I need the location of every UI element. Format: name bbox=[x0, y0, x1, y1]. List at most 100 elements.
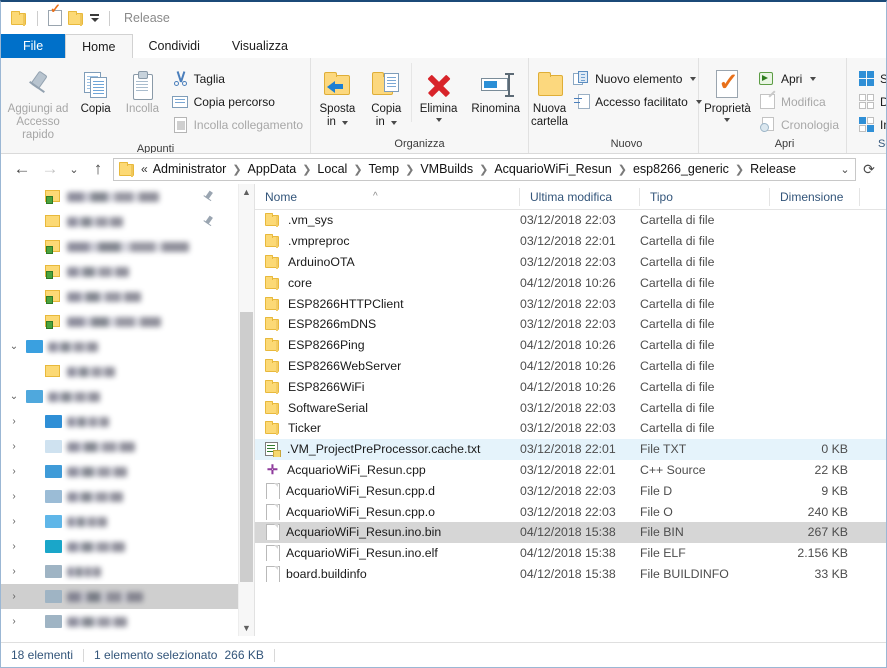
refresh-icon[interactable]: ⟳ bbox=[858, 161, 880, 178]
file-name-cell[interactable]: ESP8266HTTPClient bbox=[255, 296, 520, 311]
tab-file[interactable]: File bbox=[1, 34, 66, 58]
file-name-cell[interactable]: ESP8266mDNS bbox=[255, 317, 520, 332]
table-row[interactable]: ESP8266WebServer 04/12/2018 10:26 Cartella… bbox=[255, 356, 886, 377]
file-name-cell[interactable]: ArduinoOTA bbox=[255, 254, 520, 269]
sidebar-item[interactable] bbox=[1, 234, 238, 259]
table-row[interactable]: ESP8266HTTPClient 03/12/2018 22:03 Cartell… bbox=[255, 293, 886, 314]
chevron-right-icon[interactable]: › bbox=[7, 466, 21, 477]
file-name-cell[interactable]: ESP8266Ping bbox=[255, 338, 520, 353]
sidebar-item[interactable] bbox=[1, 209, 238, 234]
table-row[interactable]: ✛ AcquarioWiFi_Resun.cpp 03/12/2018 22:01 C… bbox=[255, 460, 886, 481]
new-item-button[interactable]: Nuovo elemento bbox=[568, 68, 707, 89]
easy-access-button[interactable]: Accesso facilitato bbox=[568, 91, 707, 112]
chevron-down-icon[interactable]: ⌄ bbox=[7, 391, 21, 402]
invert-selection-button[interactable]: Inver bbox=[853, 114, 886, 135]
chevron-right-icon[interactable]: › bbox=[7, 416, 21, 427]
paste-shortcut-button[interactable]: Incolla collegamento bbox=[167, 114, 308, 135]
forward-arrow-icon[interactable]: → bbox=[37, 157, 63, 181]
breadcrumb-item-esp8266-generic[interactable]: esp8266_generic bbox=[630, 162, 732, 176]
table-row[interactable]: ESP8266Ping 04/12/2018 10:26 Cartella di f… bbox=[255, 335, 886, 356]
table-row[interactable]: AcquarioWiFi_Resun.cpp.d 03/12/2018 22:03… bbox=[255, 480, 886, 501]
copy-to-button[interactable]: Copia in bbox=[362, 63, 411, 129]
breadcrumb-overflow[interactable]: « bbox=[137, 162, 150, 176]
cut-button[interactable]: Taglia bbox=[167, 68, 308, 89]
chevron-right-icon[interactable]: › bbox=[7, 616, 21, 627]
select-none-button[interactable]: Dese bbox=[853, 91, 886, 112]
up-arrow-icon[interactable]: ↑ bbox=[85, 157, 111, 181]
sidebar-item[interactable]: ⌄ bbox=[1, 334, 238, 359]
properties-icon[interactable] bbox=[48, 10, 62, 26]
chevron-right-icon[interactable]: › bbox=[7, 591, 21, 602]
breadcrumb-item-appdata[interactable]: AppData bbox=[245, 162, 300, 176]
table-row[interactable]: SoftwareSerial 03/12/2018 22:03 Cartella d… bbox=[255, 397, 886, 418]
sidebar-item[interactable] bbox=[1, 259, 238, 284]
history-button[interactable]: Cronologia bbox=[754, 114, 844, 135]
pin-icon[interactable] bbox=[204, 215, 216, 228]
navigation-scrollbar[interactable]: ▲ ▼ bbox=[238, 184, 254, 636]
copy-path-button[interactable]: Copia percorso bbox=[167, 91, 308, 112]
new-folder-icon[interactable] bbox=[68, 11, 84, 26]
table-row[interactable]: AcquarioWiFi_Resun.ino.bin 04/12/2018 15:… bbox=[255, 521, 886, 543]
rename-button[interactable]: Rinomina bbox=[465, 63, 526, 116]
file-name-cell[interactable]: core bbox=[255, 275, 520, 290]
breadcrumb-item-administrator[interactable]: Administrator bbox=[150, 162, 230, 176]
sidebar-item[interactable]: › bbox=[1, 534, 238, 559]
file-name-cell[interactable]: .VM_ProjectPreProcessor.cache.txt bbox=[255, 441, 520, 457]
edit-button[interactable]: Modifica bbox=[754, 91, 844, 112]
pin-to-quick-access-button[interactable]: Aggiungi ad Accesso rapido bbox=[3, 63, 73, 142]
sidebar-item[interactable] bbox=[1, 184, 238, 209]
chevron-right-icon[interactable]: › bbox=[7, 441, 21, 452]
sidebar-item[interactable] bbox=[1, 309, 238, 334]
breadcrumb-item-release[interactable]: Release bbox=[747, 162, 799, 176]
sidebar-item[interactable]: › bbox=[1, 434, 238, 459]
chevron-right-icon[interactable]: › bbox=[7, 491, 21, 502]
column-header-type[interactable]: Tipo bbox=[640, 187, 770, 206]
copy-button[interactable]: Copia bbox=[73, 63, 118, 116]
sidebar-item[interactable]: › bbox=[1, 609, 238, 634]
column-header-name[interactable]: Nome ^ bbox=[255, 187, 520, 206]
paste-button[interactable]: Incolla bbox=[118, 63, 166, 116]
table-row[interactable]: ESP8266mDNS 03/12/2018 22:03 Cartella di f… bbox=[255, 314, 886, 335]
scrollbar-thumb[interactable] bbox=[240, 312, 253, 582]
file-name-cell[interactable]: ✛ AcquarioWiFi_Resun.cpp bbox=[255, 462, 520, 477]
sidebar-item[interactable]: › bbox=[1, 484, 238, 509]
sidebar-item[interactable]: › bbox=[1, 584, 238, 609]
sidebar-item[interactable] bbox=[1, 284, 238, 309]
select-all-button[interactable]: Selez bbox=[853, 68, 886, 89]
navigation-tree[interactable]: ⌄ ⌄ › › › › › › › › › › bbox=[1, 184, 238, 636]
table-row[interactable]: .vmpreproc 03/12/2018 22:01 Cartella di fi… bbox=[255, 231, 886, 252]
sidebar-item[interactable]: ⌄ bbox=[1, 384, 238, 409]
chevron-down-icon[interactable]: ⌄ bbox=[7, 341, 21, 352]
sidebar-item[interactable] bbox=[1, 359, 238, 384]
chevron-right-icon[interactable]: › bbox=[7, 541, 21, 552]
tab-home[interactable]: Home bbox=[65, 34, 133, 58]
file-name-cell[interactable]: .vmpreproc bbox=[255, 234, 520, 249]
file-name-cell[interactable]: ESP8266WiFi bbox=[255, 379, 520, 394]
pin-icon[interactable] bbox=[204, 190, 216, 203]
breadcrumb-item-local[interactable]: Local bbox=[314, 162, 350, 176]
file-name-cell[interactable]: .vm_sys bbox=[255, 213, 520, 228]
sidebar-item[interactable]: › bbox=[1, 459, 238, 484]
file-name-cell[interactable]: AcquarioWiFi_Resun.ino.elf bbox=[255, 545, 520, 562]
breadcrumb-item-temp[interactable]: Temp bbox=[366, 162, 403, 176]
chevron-right-icon[interactable]: › bbox=[7, 566, 21, 577]
column-header-size[interactable]: Dimensione bbox=[770, 187, 860, 206]
address-path-box[interactable]: « Administrator ❯ AppData ❯ Local ❯ Temp… bbox=[113, 157, 856, 181]
file-name-cell[interactable]: Ticker bbox=[255, 421, 520, 436]
table-row[interactable]: board.buildinfo 04/12/2018 15:38 File BUIL… bbox=[255, 564, 886, 585]
address-dropdown-icon[interactable]: ⌄ bbox=[835, 163, 855, 176]
table-row[interactable]: .VM_ProjectPreProcessor.cache.txt 03/12/2… bbox=[255, 438, 886, 460]
open-button[interactable]: Apri bbox=[754, 68, 844, 89]
sidebar-item[interactable]: › bbox=[1, 559, 238, 584]
table-row[interactable]: ESP8266WiFi 04/12/2018 10:26 Cartella di f… bbox=[255, 376, 886, 397]
new-folder-button[interactable]: Nuova cartella bbox=[531, 63, 568, 129]
sidebar-item[interactable]: › bbox=[1, 509, 238, 534]
properties-button[interactable]: ✓ Proprietà bbox=[701, 63, 754, 122]
sidebar-item[interactable]: › bbox=[1, 634, 238, 636]
table-row[interactable]: AcquarioWiFi_Resun.ino.elf 04/12/2018 15:… bbox=[255, 543, 886, 564]
tab-visualizza[interactable]: Visualizza bbox=[216, 34, 304, 58]
file-name-cell[interactable]: AcquarioWiFi_Resun.cpp.o bbox=[255, 503, 520, 520]
table-row[interactable]: AcquarioWiFi_Resun.cpp.o 03/12/2018 22:03… bbox=[255, 501, 886, 522]
column-header-modified[interactable]: Ultima modifica bbox=[520, 187, 640, 206]
file-name-cell[interactable]: AcquarioWiFi_Resun.cpp.d bbox=[255, 482, 520, 499]
